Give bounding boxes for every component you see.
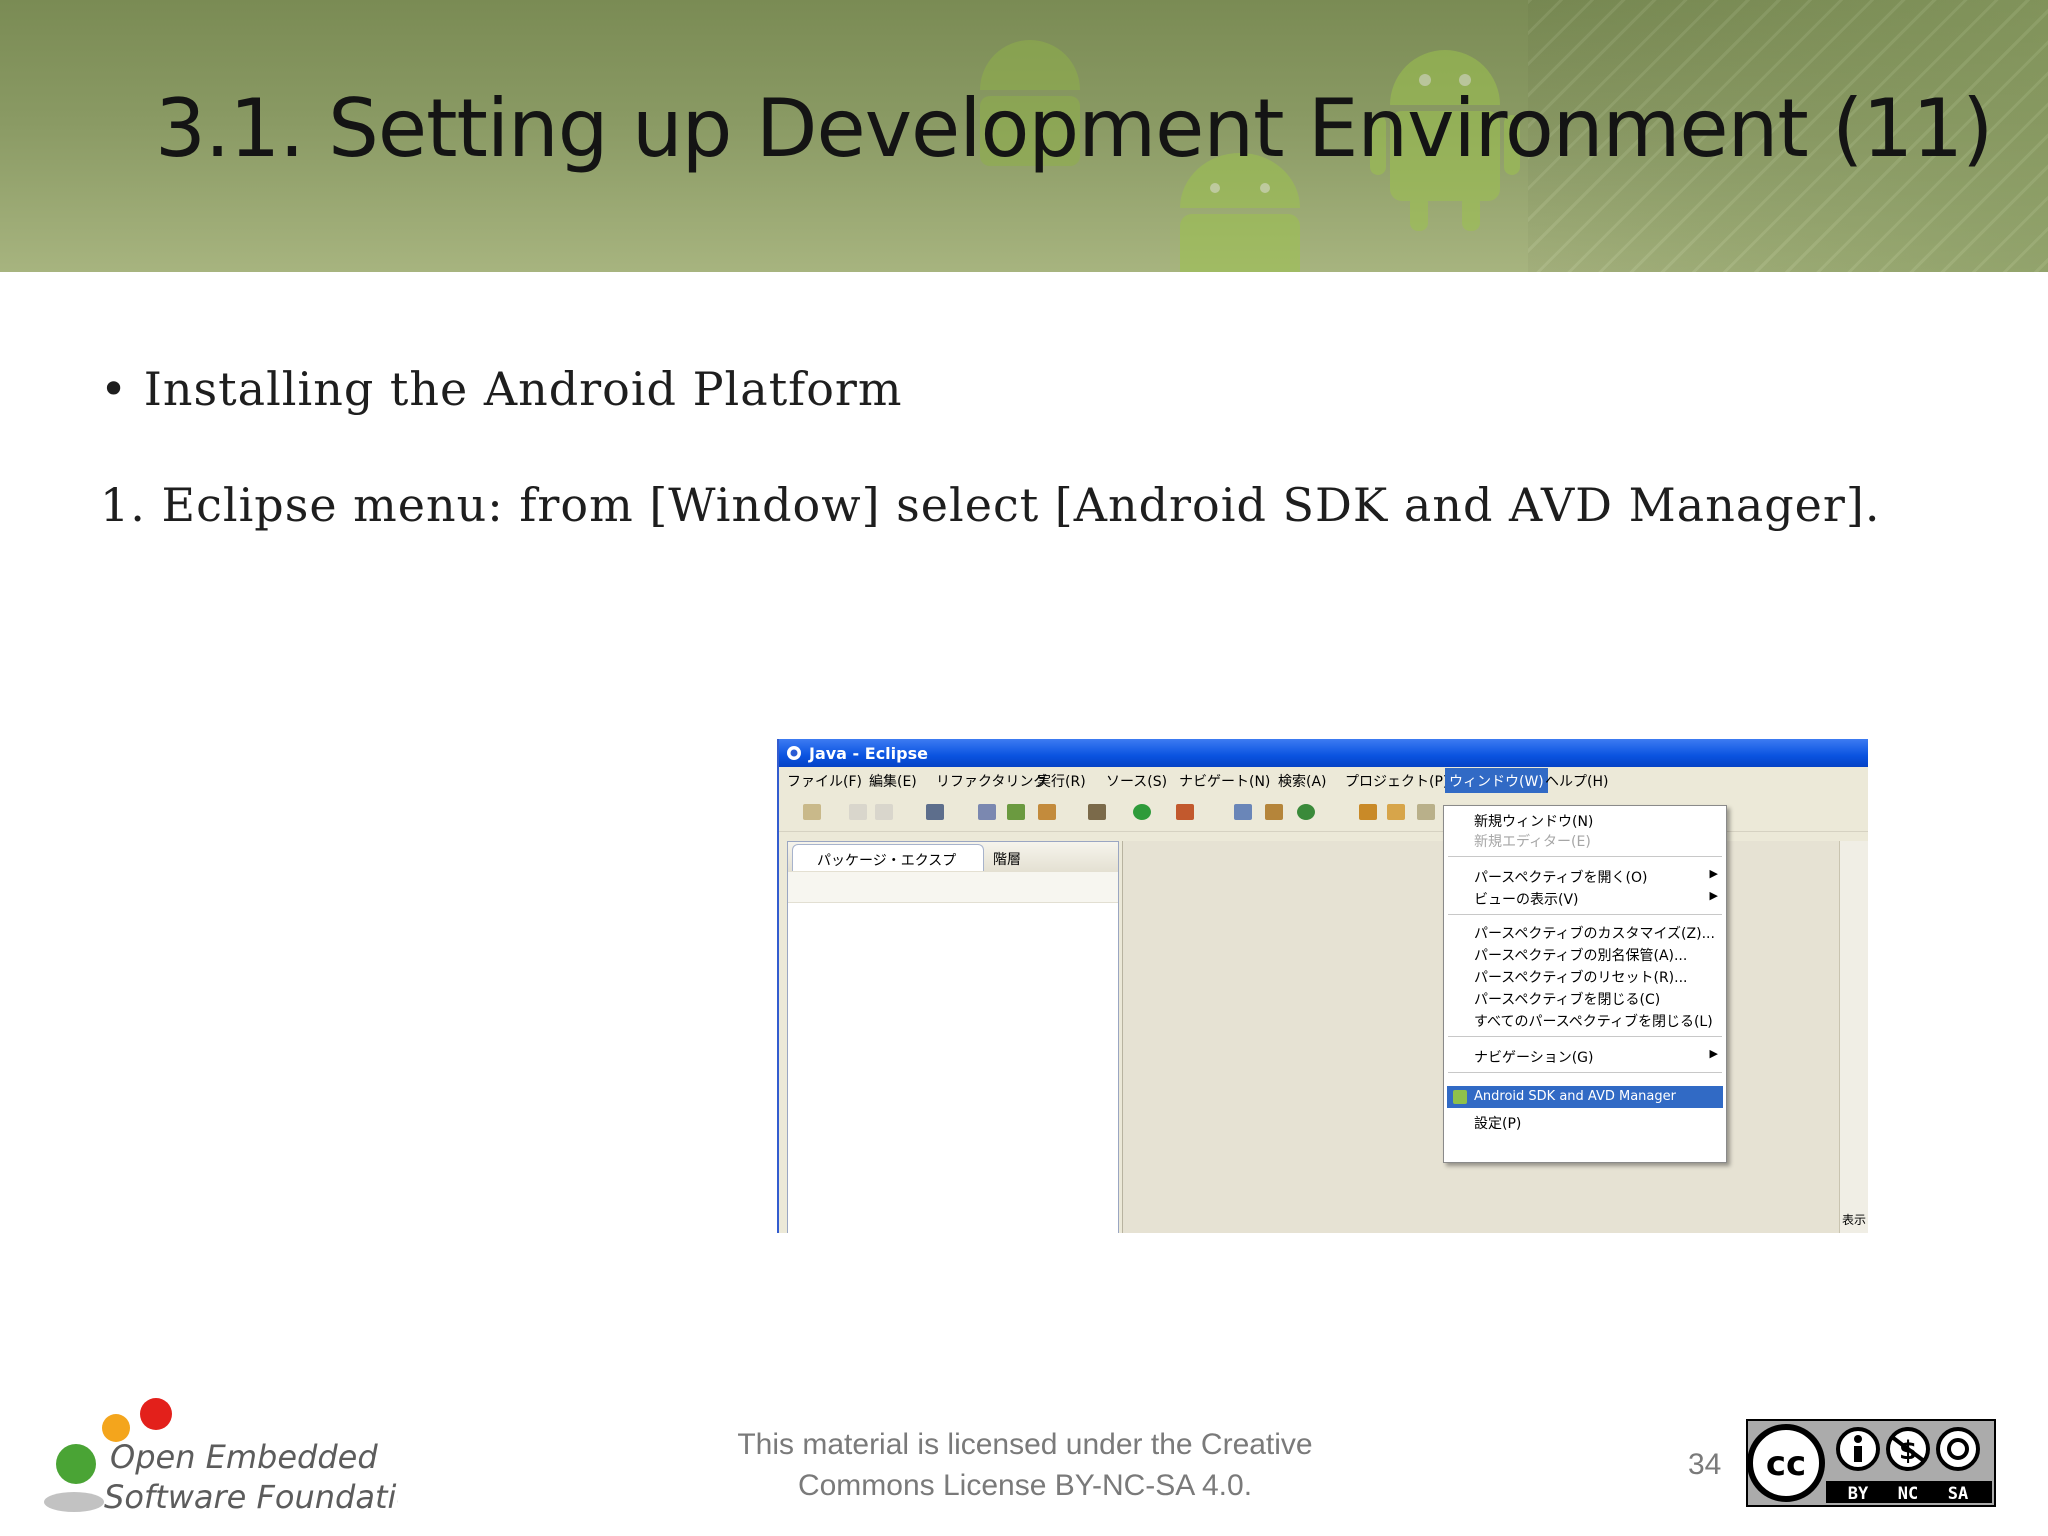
open-folder-icon[interactable] <box>1387 804 1405 820</box>
menu-item-show-view[interactable]: ビューの表示(V) ▶ <box>1444 886 1726 908</box>
step-1-instruction: 1. Eclipse menu: from [Window] select [A… <box>100 478 1881 532</box>
menu-separator <box>1448 1036 1722 1037</box>
window-menu-dropdown: 新規ウィンドウ(N) 新規エディター(E) パースペクティブを開く(O) ▶ ビュ… <box>1443 805 1727 1163</box>
menu-item-open-perspective[interactable]: パースペクティブを開く(O) ▶ <box>1444 864 1726 886</box>
cc-nc-label: NC <box>1898 1484 1918 1504</box>
license-line-1: This material is licensed under the Crea… <box>737 1428 1313 1461</box>
tab-package-explorer[interactable]: パッケージ・エクスプ <box>792 844 984 871</box>
print-icon[interactable] <box>875 804 893 820</box>
debug-icon[interactable] <box>1088 804 1106 820</box>
menu-item-preferences[interactable]: 設定(P) <box>1444 1110 1726 1132</box>
run-icon[interactable] <box>1133 804 1151 820</box>
pencil-icon[interactable] <box>1417 804 1435 820</box>
search-icon[interactable] <box>1359 804 1377 820</box>
eclipse-titlebar: Java - Eclipse <box>779 739 1868 767</box>
submenu-arrow-icon: ▶ <box>1709 867 1718 880</box>
cc-by-nc-sa-badge: cc $ BY NC SA <box>1746 1419 1996 1507</box>
menu-source[interactable]: ソース(S) <box>1106 771 1167 791</box>
menu-item-save-perspective-as[interactable]: パースペクティブの別名保管(A)... <box>1444 942 1726 964</box>
open-resource-icon[interactable] <box>1265 804 1283 820</box>
menu-refactor[interactable]: リファクタリング <box>936 771 1047 791</box>
tab-hierarchy[interactable]: 階層 <box>993 849 1021 869</box>
eclipse-gear-icon <box>787 746 801 760</box>
menu-run[interactable]: 実行(R) <box>1037 771 1086 791</box>
menu-item-close-perspective[interactable]: パースペクティブを閉じる(C) <box>1444 986 1726 1008</box>
menu-item-android-sdk-avd-manager[interactable]: Android SDK and AVD Manager <box>1447 1086 1723 1108</box>
license-text: This material is licensed under the Crea… <box>700 1424 1350 1506</box>
menu-project[interactable]: プロジェクト(P) <box>1345 771 1448 791</box>
menu-item-customize-perspective[interactable]: パースペクティブのカスタマイズ(Z)... <box>1444 920 1726 942</box>
page-number: 34 <box>1688 1448 1722 1481</box>
package-explorer-tab-label: パッケージ・エクスプ <box>817 853 957 869</box>
logo-line-2: Software Foundation <box>104 1478 398 1516</box>
task-icon[interactable] <box>926 804 944 820</box>
oesf-logo: Open Embedded Software Foundation <box>44 1398 398 1516</box>
package-explorer-panel: パッケージ・エクスプ 階層 <box>787 841 1119 1233</box>
save-icon[interactable] <box>849 804 867 820</box>
new-icon[interactable] <box>803 804 821 820</box>
menu-file[interactable]: ファイル(F) <box>787 771 862 791</box>
external-tools-icon[interactable] <box>1176 804 1194 820</box>
refresh-icon[interactable] <box>1297 804 1315 820</box>
android-sdk-icon <box>1453 1090 1467 1104</box>
package-explorer-toolbar <box>788 872 1118 903</box>
logo-line-1: Open Embedded <box>110 1438 378 1476</box>
menu-navigate[interactable]: ナビゲート(N) <box>1179 771 1270 791</box>
bullet-installing-platform: • Installing the Android Platform <box>100 362 903 416</box>
eclipse-screenshot: Java - Eclipse ファイル(F) 編集(E) リファクタリング 実行… <box>777 739 1868 1233</box>
menu-item-close-all-perspectives[interactable]: すべてのパースペクティブを閉じる(L) <box>1444 1008 1726 1030</box>
menu-help[interactable]: ヘルプ(H) <box>1545 771 1608 791</box>
right-rail-label: 表示 <box>1842 1213 1867 1227</box>
menu-item-new-editor: 新規エディター(E) <box>1474 834 1591 850</box>
submenu-arrow-icon: ▶ <box>1709 1047 1718 1060</box>
menu-separator <box>1448 856 1722 857</box>
menu-edit[interactable]: 編集(E) <box>869 771 917 791</box>
right-view-rail: 表示 <box>1839 841 1868 1233</box>
slide-title: 3.1. Setting up Development Environment … <box>155 82 1993 175</box>
cc-icon: cc <box>1766 1444 1806 1484</box>
cc-by-label: BY <box>1848 1484 1869 1504</box>
class-icon[interactable] <box>1007 804 1025 820</box>
header-banner: 3.1. Setting up Development Environment … <box>0 0 2048 272</box>
cc-sa-label: SA <box>1948 1484 1968 1504</box>
eclipse-menubar: ファイル(F) 編集(E) リファクタリング 実行(R) ソース(S) ナビゲー… <box>779 767 1868 794</box>
menu-window[interactable]: ウィンドウ(W) <box>1445 768 1548 794</box>
license-line-2: Commons License BY-NC-SA 4.0. <box>797 1469 1253 1502</box>
package-icon[interactable] <box>978 804 996 820</box>
menu-search[interactable]: 検索(A) <box>1278 771 1327 791</box>
eclipse-window-title: Java - Eclipse <box>809 744 928 763</box>
menu-separator <box>1448 914 1722 915</box>
menu-item-reset-perspective[interactable]: パースペクティブのリセット(R)... <box>1444 964 1726 986</box>
package-explorer-header: パッケージ・エクスプ 階層 <box>788 842 1118 873</box>
submenu-arrow-icon: ▶ <box>1709 889 1718 902</box>
menu-separator <box>1448 1072 1722 1073</box>
folder-icon[interactable] <box>1038 804 1056 820</box>
menu-item-navigation[interactable]: ナビゲーション(G) ▶ <box>1444 1044 1726 1066</box>
open-type-icon[interactable] <box>1234 804 1252 820</box>
menu-item-new-window[interactable]: 新規ウィンドウ(N) <box>1444 808 1726 830</box>
